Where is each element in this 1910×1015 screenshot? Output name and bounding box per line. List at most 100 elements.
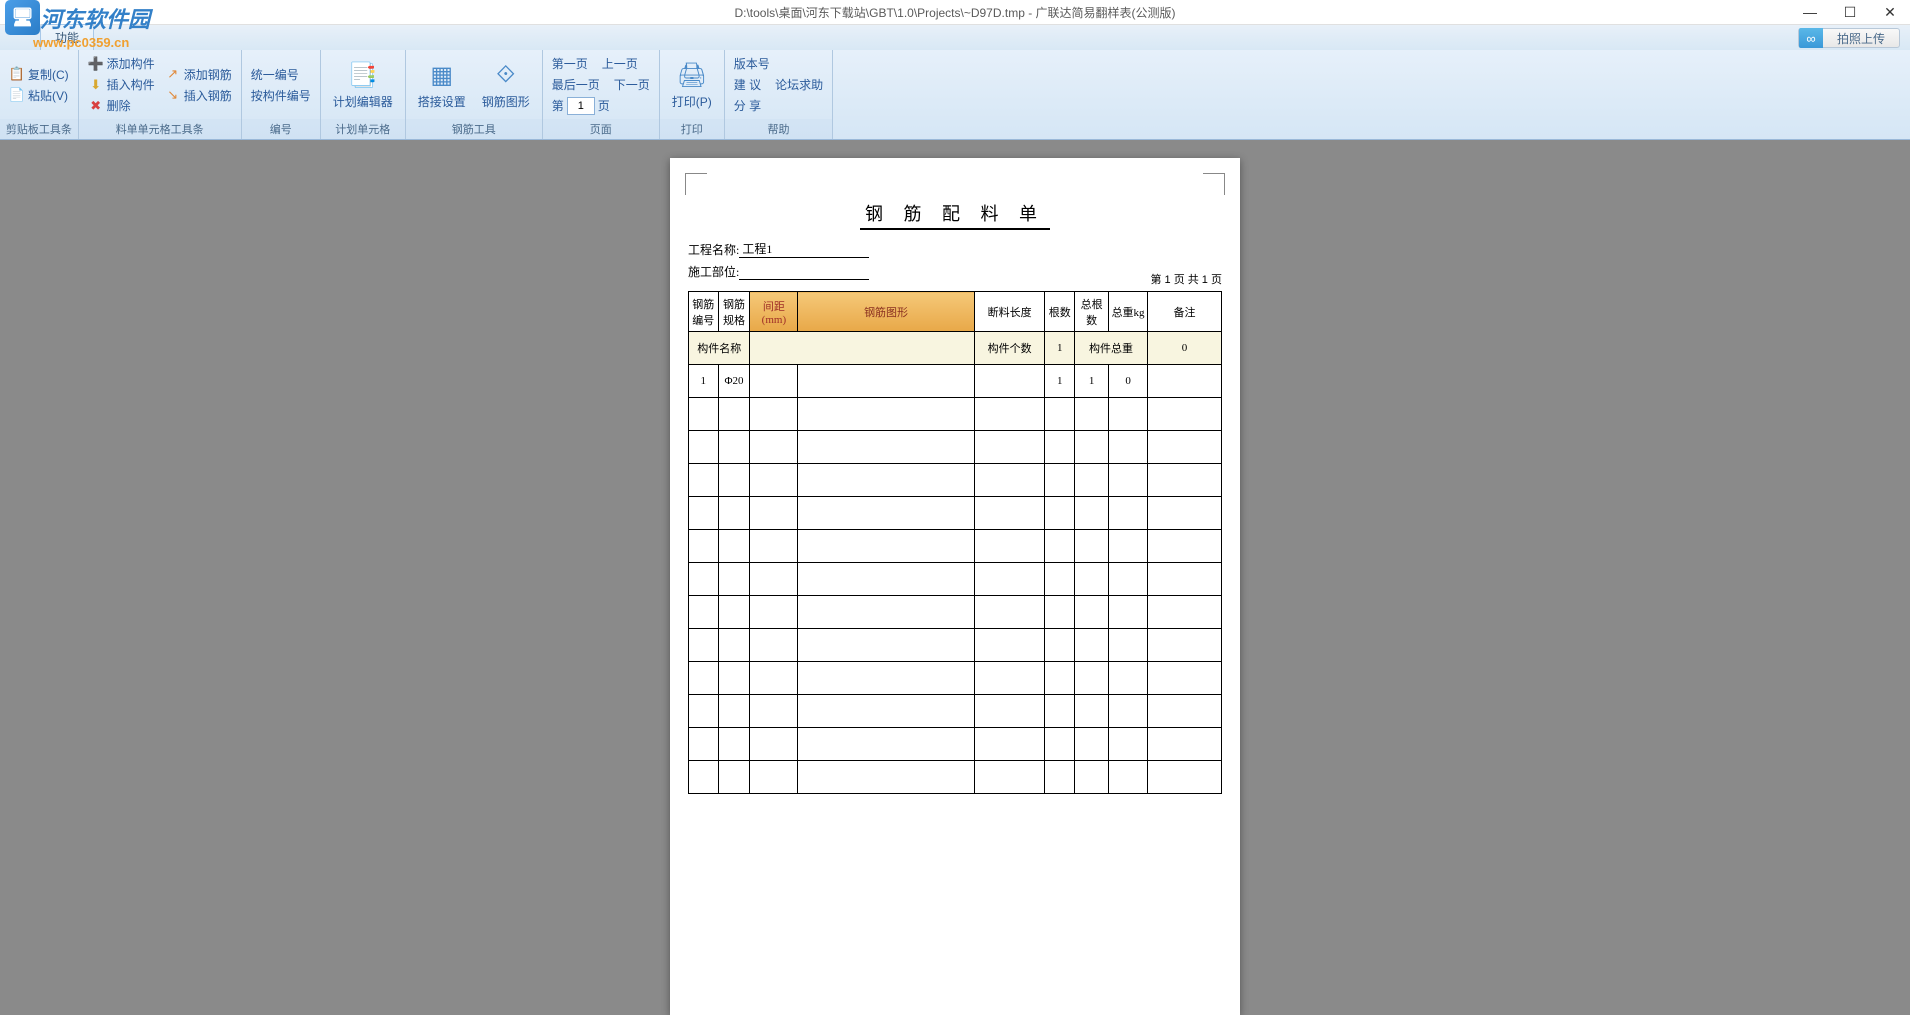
table-row	[689, 761, 1222, 794]
ribbon: 📋复制(C) 📄粘贴(V) 剪贴板工具条 ➕添加构件 ⬇插入构件 ✖删除 ↗添加…	[0, 50, 1910, 140]
paste-button[interactable]: 📄粘贴(V)	[6, 86, 72, 105]
page-number-input[interactable]	[567, 97, 595, 115]
component-weight: 0	[1147, 332, 1221, 365]
component-name-cell[interactable]	[750, 332, 974, 365]
cell-num[interactable]: 1	[689, 365, 719, 398]
cell-weight[interactable]: 0	[1109, 365, 1148, 398]
group-rebar-tools-label: 钢筋工具	[406, 119, 542, 139]
print-button[interactable]: 🖨 打印(P)	[664, 55, 720, 114]
th-gap: 间距(mm)	[750, 292, 798, 332]
paste-icon: 📄	[9, 87, 25, 103]
group-numbering-label: 编号	[242, 119, 320, 139]
table-row	[689, 728, 1222, 761]
group-plan-cell-label: 计划单元格	[321, 119, 405, 139]
project-value[interactable]: 工程1	[739, 240, 869, 258]
component-name-label: 构件名称	[689, 332, 750, 365]
delete-button[interactable]: ✖删除	[85, 96, 158, 115]
cell-shape[interactable]	[798, 365, 975, 398]
window-title: D:\tools\桌面\河东下载站\GBT\1.0\Projects\~D97D…	[734, 4, 1175, 21]
project-label: 工程名称:	[688, 241, 739, 258]
group-pagination: 第一页 上一页 最后一页 下一页 第 页 页面	[543, 50, 660, 139]
version-button[interactable]: 版本号	[731, 54, 826, 73]
table-row	[689, 695, 1222, 728]
rebar-shape-button[interactable]: ⟐ 钢筋图形	[474, 55, 538, 114]
summary-row: 构件名称 构件个数 1 构件总重 0	[689, 332, 1222, 365]
add-component-icon: ➕	[88, 56, 104, 72]
minimize-button[interactable]: —	[1790, 0, 1830, 25]
table-row	[689, 629, 1222, 662]
last-page-button[interactable]: 最后一页	[549, 75, 603, 94]
table-row	[689, 464, 1222, 497]
cell-len[interactable]	[974, 365, 1045, 398]
ribbon-tabs: 功能 ∞ 拍照上传	[0, 25, 1910, 50]
component-count-label: 构件个数	[974, 332, 1045, 365]
group-cell-tools: ➕添加构件 ⬇插入构件 ✖删除 ↗添加钢筋 ↘插入钢筋 料单单元格工具条	[79, 50, 242, 139]
insert-component-icon: ⬇	[88, 77, 104, 93]
th-num: 钢筋编号	[689, 292, 719, 332]
upload-photo-button[interactable]: ∞ 拍照上传	[1798, 28, 1900, 48]
by-component-numbering-button[interactable]: 按构件编号	[248, 86, 314, 105]
table-row	[689, 662, 1222, 695]
th-cut-len: 断料长度	[974, 292, 1045, 332]
table-row	[689, 530, 1222, 563]
crop-mark-tr	[1203, 173, 1225, 195]
component-count[interactable]: 1	[1045, 332, 1075, 365]
next-page-button[interactable]: 下一页	[611, 75, 653, 94]
add-component-button[interactable]: ➕添加构件	[85, 54, 158, 73]
group-rebar-tools: ▦ 搭接设置 ⟐ 钢筋图形 钢筋工具	[406, 50, 543, 139]
table-row	[689, 431, 1222, 464]
page-suffix: 页	[598, 97, 610, 114]
table-header-row: 钢筋编号 钢筋规格 间距(mm) 钢筋图形 断料长度 根数 总根数 总重kg 备…	[689, 292, 1222, 332]
group-help: 版本号 建 议 论坛求助 分 享 帮助	[725, 50, 833, 139]
insert-component-button[interactable]: ⬇插入构件	[85, 75, 158, 94]
document-title: 钢 筋 配 料 单	[860, 200, 1050, 230]
cell-note[interactable]	[1147, 365, 1221, 398]
print-icon: 🖨	[676, 59, 708, 91]
title-bar: D:\tools\桌面\河东下载站\GBT\1.0\Projects\~D97D…	[0, 0, 1910, 25]
splice-settings-button[interactable]: ▦ 搭接设置	[410, 55, 474, 114]
group-print-label: 打印	[660, 119, 724, 139]
forum-button[interactable]: 论坛求助	[772, 75, 826, 94]
location-value[interactable]	[739, 279, 869, 280]
delete-icon: ✖	[88, 98, 104, 114]
copy-icon: 📋	[9, 66, 25, 82]
insert-rebar-button[interactable]: ↘插入钢筋	[162, 86, 235, 105]
th-weight: 总重kg	[1109, 292, 1148, 332]
crop-mark-tl	[685, 173, 707, 195]
add-rebar-icon: ↗	[165, 66, 181, 82]
th-total-qty: 总根数	[1075, 292, 1109, 332]
tab-function[interactable]: 功能	[40, 24, 94, 50]
workspace[interactable]: 钢 筋 配 料 单 工程名称: 工程1 施工部位: 第 1 页 共 1 页 钢筋…	[0, 140, 1910, 1015]
prev-page-button[interactable]: 上一页	[599, 54, 641, 73]
cell-spec[interactable]: Φ20	[718, 365, 750, 398]
group-print: 🖨 打印(P) 打印	[660, 50, 725, 139]
cell-total-qty[interactable]: 1	[1075, 365, 1109, 398]
th-note: 备注	[1147, 292, 1221, 332]
table-row	[689, 563, 1222, 596]
group-clipboard-label: 剪贴板工具条	[0, 119, 78, 139]
cell-gap[interactable]	[750, 365, 798, 398]
copy-button[interactable]: 📋复制(C)	[6, 65, 72, 84]
group-pagination-label: 页面	[543, 119, 659, 139]
share-button[interactable]: 分 享	[731, 96, 826, 115]
plan-editor-button[interactable]: 📑 计划编辑器	[325, 55, 401, 114]
document-page: 钢 筋 配 料 单 工程名称: 工程1 施工部位: 第 1 页 共 1 页 钢筋…	[670, 158, 1240, 1015]
add-rebar-button[interactable]: ↗添加钢筋	[162, 65, 235, 84]
group-clipboard: 📋复制(C) 📄粘贴(V) 剪贴板工具条	[0, 50, 79, 139]
suggest-button[interactable]: 建 议	[731, 75, 764, 94]
table-row	[689, 398, 1222, 431]
group-cell-tools-label: 料单单元格工具条	[79, 119, 241, 139]
group-numbering: 统一编号 按构件编号 编号	[242, 50, 321, 139]
first-page-button[interactable]: 第一页	[549, 54, 591, 73]
unified-numbering-button[interactable]: 统一编号	[248, 65, 314, 84]
maximize-button[interactable]: ☐	[1830, 0, 1870, 25]
th-qty: 根数	[1045, 292, 1075, 332]
cell-qty[interactable]: 1	[1045, 365, 1075, 398]
link-icon: ∞	[1799, 28, 1823, 48]
component-weight-label: 构件总重	[1075, 332, 1148, 365]
table-row: 1 Φ20 1 1 0	[689, 365, 1222, 398]
location-label: 施工部位:	[688, 263, 739, 280]
close-button[interactable]: ✕	[1870, 0, 1910, 25]
group-plan-cell: 📑 计划编辑器 计划单元格	[321, 50, 406, 139]
plan-editor-icon: 📑	[347, 59, 379, 91]
